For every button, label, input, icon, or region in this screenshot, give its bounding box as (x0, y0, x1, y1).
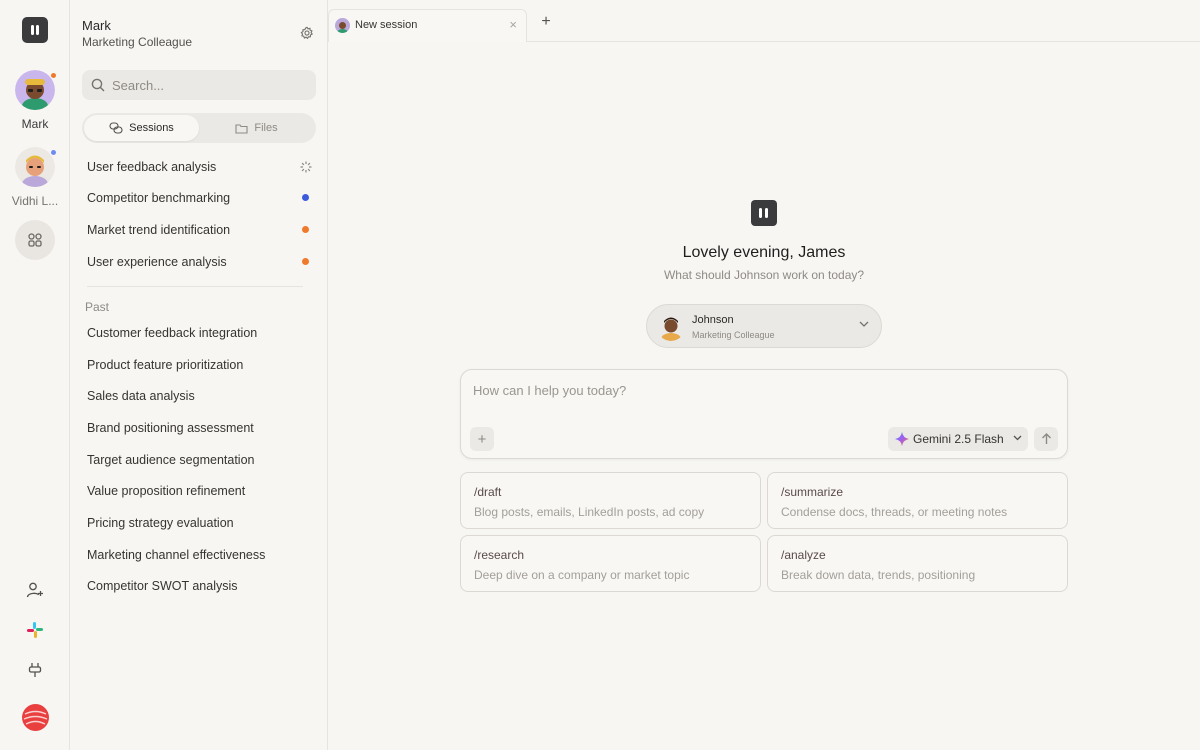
status-dot (302, 194, 309, 201)
send-button[interactable] (1034, 427, 1058, 451)
agent-name: Johnson (692, 314, 734, 326)
rail-agent-vidhi[interactable]: Vidhi L... (0, 147, 70, 208)
app-logo-icon (751, 200, 777, 226)
command-card-summarize[interactable]: /summarize Condense docs, threads, or me… (767, 472, 1068, 529)
command-card-draft[interactable]: /draft Blog posts, emails, LinkedIn post… (460, 472, 761, 529)
add-user-icon (26, 582, 43, 598)
session-item[interactable]: User experience analysis (87, 251, 309, 273)
command-description: Blog posts, emails, LinkedIn posts, ad c… (474, 505, 705, 519)
past-session-item[interactable]: Brand positioning assessment (87, 417, 309, 439)
workspace-name: Mark (82, 18, 111, 33)
message-composer: How can I help you today? + Gemini 2.5 F… (460, 369, 1068, 459)
model-label: Gemini 2.5 Flash (913, 432, 1004, 446)
arrow-up-icon (1041, 433, 1051, 444)
gear-icon (300, 26, 314, 40)
past-session-item[interactable]: Marketing channel effectiveness (87, 544, 309, 566)
slack-button[interactable] (25, 620, 45, 640)
search-placeholder: Search... (112, 78, 165, 93)
agent-role: Marketing Colleague (692, 330, 775, 340)
apps-button[interactable] (15, 220, 55, 260)
sessions-sidebar: Mark Marketing Colleague Search... Sessi… (70, 0, 328, 750)
add-user-button[interactable] (25, 580, 45, 600)
app-logo-icon[interactable] (22, 17, 48, 43)
apps-grid-icon (28, 233, 42, 247)
tab-bar: New session × + (328, 0, 1200, 42)
past-session-item[interactable]: Value proposition refinement (87, 480, 309, 502)
search-input[interactable]: Search... (82, 70, 316, 100)
chat-bubbles-icon (109, 122, 123, 134)
avatar (15, 70, 57, 110)
settings-button[interactable] (300, 26, 316, 42)
chevron-down-icon (1013, 435, 1022, 441)
avatar (15, 147, 57, 187)
command-card-research[interactable]: /research Deep dive on a company or mark… (460, 535, 761, 592)
avatar (335, 18, 350, 33)
tab-new-session[interactable]: New session × (328, 9, 527, 42)
status-dot (302, 226, 309, 233)
past-session-item[interactable]: Target audience segmentation (87, 449, 309, 471)
command-name: /draft (474, 485, 502, 499)
slack-icon (27, 622, 43, 638)
command-name: /research (474, 548, 525, 562)
tab-files-label: Files (254, 122, 278, 134)
app-rail: Mark Vidhi L... (0, 0, 70, 750)
tab-label: New session (355, 19, 418, 31)
folder-icon (235, 123, 248, 134)
search-icon (91, 78, 105, 92)
tab-files[interactable]: Files (199, 115, 314, 141)
past-session-item[interactable]: Product feature prioritization (87, 354, 309, 376)
session-title: User experience analysis (87, 255, 227, 269)
past-session-item[interactable]: Sales data analysis (87, 385, 309, 407)
plug-icon (28, 663, 42, 677)
sparkle-icon (895, 432, 909, 446)
close-icon[interactable]: × (509, 17, 517, 32)
tab-sessions-label: Sessions (129, 122, 174, 134)
command-description: Break down data, trends, positioning (781, 568, 976, 582)
greeting: Lovely evening, James (682, 244, 846, 261)
session-item[interactable]: User feedback analysis (87, 156, 312, 178)
subtitle: What should Johnson work on today? (663, 268, 865, 282)
command-description: Deep dive on a company or market topic (474, 568, 690, 582)
new-tab-button[interactable]: + (539, 13, 553, 31)
session-item[interactable]: Competitor benchmarking (87, 187, 309, 209)
session-title: Market trend identification (87, 223, 231, 237)
plus-icon: + (477, 430, 487, 448)
loading-spinner-icon (300, 161, 312, 173)
command-name: /analyze (781, 548, 826, 562)
session-title: Competitor benchmarking (87, 191, 231, 205)
tab-sessions[interactable]: Sessions (84, 115, 199, 141)
command-name: /summarize (781, 485, 844, 499)
past-session-item[interactable]: Pricing strategy evaluation (87, 512, 309, 534)
attach-button[interactable]: + (470, 427, 494, 451)
rail-agent-mark[interactable]: Mark (0, 70, 70, 131)
sidebar-tabs: Sessions Files (82, 113, 316, 143)
brand-logo-icon[interactable] (22, 704, 49, 731)
command-description: Condense docs, threads, or meeting notes (781, 505, 1008, 519)
status-dot (50, 149, 57, 156)
rail-agent-name: Mark (21, 117, 49, 131)
workspace-role: Marketing Colleague (82, 35, 193, 49)
session-item[interactable]: Market trend identification (87, 219, 309, 241)
session-title: User feedback analysis (87, 160, 217, 174)
command-card-analyze[interactable]: /analyze Break down data, trends, positi… (767, 535, 1068, 592)
past-section-label: Past (85, 300, 110, 314)
status-dot (50, 72, 57, 79)
chevron-down-icon (859, 321, 869, 327)
divider (87, 286, 303, 287)
message-input[interactable]: How can I help you today? (473, 383, 626, 398)
model-selector[interactable]: Gemini 2.5 Flash (888, 427, 1028, 451)
past-session-item[interactable]: Competitor SWOT analysis (87, 575, 309, 597)
rail-agent-name: Vidhi L... (11, 194, 59, 208)
integrations-button[interactable] (25, 660, 45, 680)
agent-selector[interactable]: Johnson Marketing Colleague (646, 304, 882, 348)
avatar (657, 313, 685, 341)
past-session-item[interactable]: Customer feedback integration (87, 322, 309, 344)
status-dot (302, 258, 309, 265)
